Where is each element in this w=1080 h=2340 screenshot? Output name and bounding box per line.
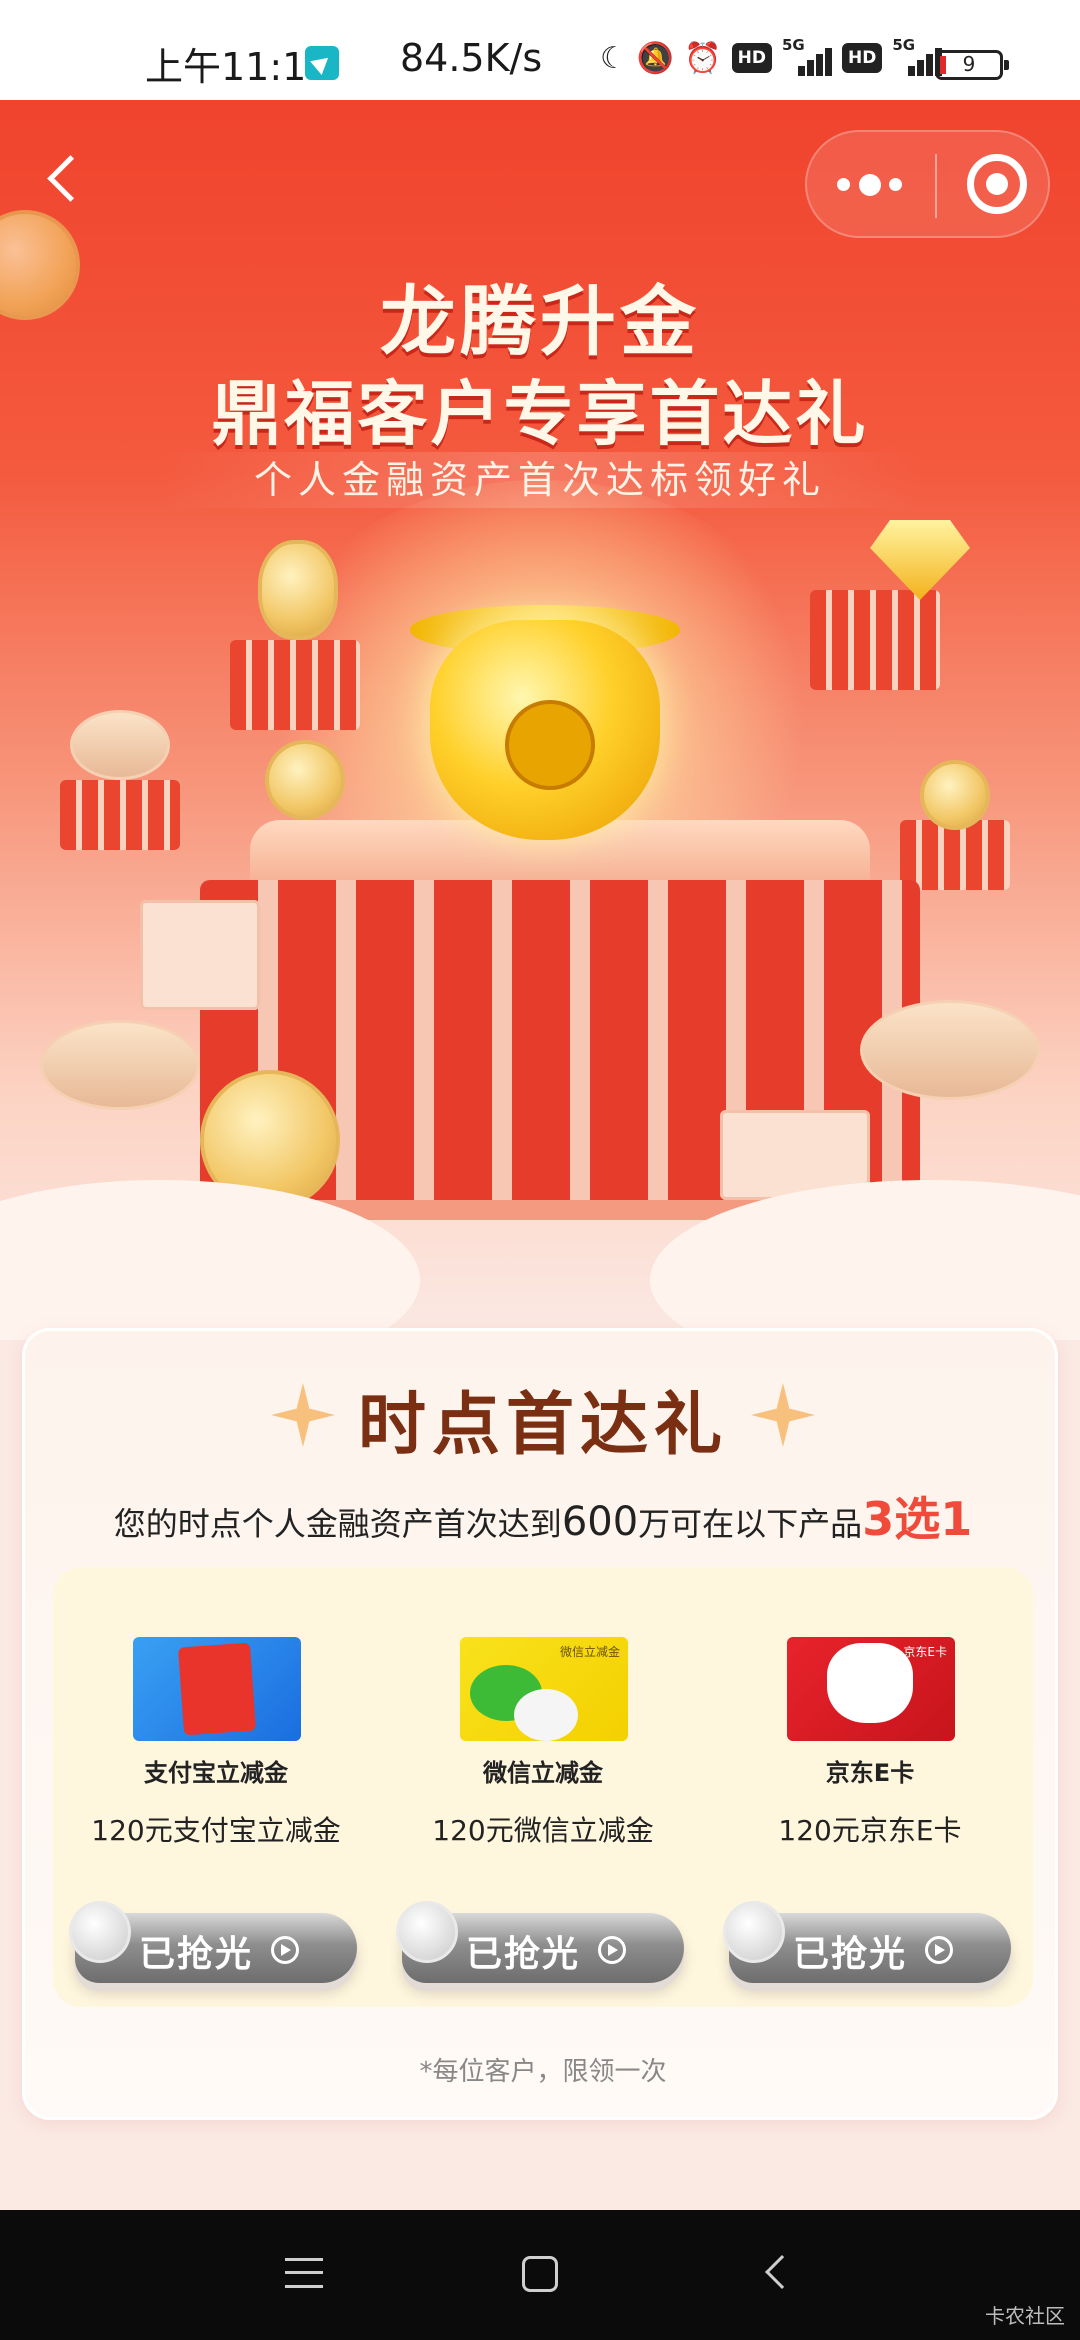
image-caption: 京东E卡 [903, 1645, 947, 1659]
status-bar: 上午11:17 84.5K/s ☾ 🔕 ⏰ HD 5G HD 5G 9 [0, 0, 1080, 100]
products-panel: 支付宝立减金 120元支付宝立减金 已抢光 微信立减金 微信立减金 120元微信… [53, 1567, 1033, 2007]
product-item: 京东E卡 京东E卡 120元京东E卡 已抢光 [707, 1637, 1033, 1997]
home-icon[interactable] [522, 2256, 558, 2292]
pot-seal [505, 700, 595, 790]
coin-stack-icon [40, 1020, 200, 1110]
more-icon[interactable] [837, 172, 907, 198]
product-name: 微信立减金 [483, 1759, 603, 1787]
star-badge-icon [396, 1901, 458, 1963]
small-pedestal [810, 590, 940, 690]
small-pedestal [230, 640, 360, 730]
hero-title-main: 鼎福客户专享首达礼 [211, 373, 869, 455]
coin-stack-icon [70, 710, 170, 780]
close-miniapp-icon[interactable] [967, 154, 1027, 214]
moon-icon: ☾ [600, 40, 627, 76]
battery-icon: 9 [935, 50, 1009, 80]
button-label: 已抢光 [793, 1934, 908, 1975]
product-desc: 120元支付宝立减金 [91, 1814, 341, 1847]
button-label: 已抢光 [139, 1934, 254, 1975]
product-item: 支付宝立减金 120元支付宝立减金 已抢光 [53, 1637, 379, 1997]
money-bag-icon [258, 540, 338, 640]
product-name: 支付宝立减金 [144, 1759, 288, 1787]
sold-out-button[interactable]: 已抢光 [396, 1901, 684, 1983]
menu-icon[interactable] [285, 2258, 323, 2288]
system-nav-bar [0, 2210, 1080, 2340]
card-description: 您的时点个人金融资产首次达到600万可在以下产品3选1 [25, 1483, 1061, 1549]
product-desc: 120元京东E卡 [778, 1814, 962, 1847]
arrow-circle-icon [598, 1936, 626, 1964]
back-icon[interactable] [765, 2255, 799, 2289]
capsule-divider [935, 154, 937, 218]
jd-dog-icon: 京东E卡 [787, 1637, 955, 1741]
arrow-circle-icon [271, 1936, 299, 1964]
desc-choice: 3选1 [862, 1492, 973, 1546]
product-desc: 120元微信立减金 [432, 1814, 654, 1847]
hero-title: 龙腾升金 [380, 277, 700, 366]
watermark: 卡农社区 [985, 2304, 1065, 2328]
star-badge-icon [69, 1901, 131, 1963]
signal-5g-icon: 5G [782, 36, 832, 76]
diamond-icon [870, 520, 970, 600]
hd-badge: HD [731, 43, 772, 73]
alarm-icon: ⏰ [684, 40, 722, 76]
small-pedestal [60, 780, 180, 850]
arrow-circle-icon [925, 1936, 953, 1964]
coin-icon [265, 740, 345, 820]
miniapp-capsule [805, 130, 1050, 238]
alipay-red-envelope-icon [133, 1637, 301, 1741]
card-note: *每位客户，限领一次 [419, 2057, 667, 2087]
small-pedestal [900, 820, 1010, 890]
hero-banner: 龙腾升金 鼎福客户专享首达礼 个人金融资产首次达标领好礼 [0, 100, 1080, 1340]
sold-out-button[interactable]: 已抢光 [69, 1901, 357, 1983]
image-caption: 微信立减金 [559, 1645, 620, 1659]
desc-prefix: 您的时点个人金融资产首次达到 [113, 1505, 562, 1543]
card-title: 时点首达礼 [357, 1386, 728, 1465]
reward-card: 时点首达礼 您的时点个人金融资产首次达到600万可在以下产品3选1 支付宝立减金… [22, 1328, 1058, 2120]
gift-box-icon [140, 900, 260, 1010]
product-item: 微信立减金 微信立减金 120元微信立减金 已抢光 [380, 1637, 706, 1997]
desc-middle: 万可在以下产品 [638, 1505, 863, 1543]
gift-coin-icon [920, 760, 990, 830]
mute-bell-icon: 🔕 [636, 40, 675, 76]
desc-amount: 600 [561, 1499, 639, 1545]
back-button[interactable] [40, 148, 90, 208]
wechat-icon: 微信立减金 [460, 1637, 628, 1741]
hd-badge: HD [841, 43, 883, 73]
sold-out-button[interactable]: 已抢光 [723, 1901, 1011, 1983]
location-arrow-icon [305, 46, 339, 80]
hero-subtitle: 个人金融资产首次达标领好礼 [160, 452, 920, 508]
network-speed: 84.5K/s [400, 36, 543, 80]
button-label: 已抢光 [466, 1934, 581, 1975]
coin-stack-icon [860, 1000, 1040, 1100]
star-badge-icon [723, 1901, 785, 1963]
product-name: 京东E卡 [825, 1759, 915, 1787]
status-time: 上午11:17 [145, 45, 331, 89]
status-icons: ☾ 🔕 ⏰ HD 5G HD 5G [600, 36, 943, 78]
